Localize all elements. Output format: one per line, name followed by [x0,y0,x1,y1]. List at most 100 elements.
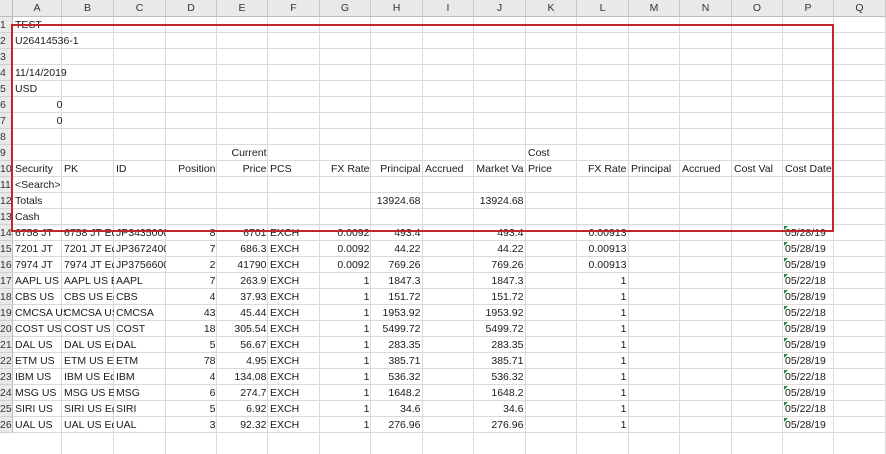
cell-l18[interactable]: 1 [577,289,629,305]
cell-j14[interactable]: 493.4 [474,225,526,241]
cell-l15[interactable]: 0.00913 [577,241,629,257]
cell-d21[interactable]: 5 [166,337,218,353]
row-header[interactable]: 4 [0,65,13,81]
cell-g18[interactable]: 1 [320,289,372,305]
cell-b10[interactable]: PK [62,161,114,177]
row-header[interactable]: 20 [0,321,13,337]
cell-l17[interactable]: 1 [577,273,629,289]
cell-g25[interactable]: 1 [320,401,372,417]
cell-a4[interactable]: 11/14/2019 [13,65,133,81]
cell-l20[interactable]: 1 [577,321,629,337]
cell-f17[interactable]: EXCH [268,273,320,289]
cell-j21[interactable]: 283.35 [474,337,526,353]
cell-f26[interactable]: EXCH [268,417,320,433]
cell-j15[interactable]: 44.22 [474,241,526,257]
cell-d16[interactable]: 2 [166,257,218,273]
cell-g15[interactable]: 0.0092 [320,241,372,257]
cell-h12[interactable]: 13924.68 [371,193,423,209]
cell-p17[interactable]: 05/22/18 [783,273,835,289]
cell-h25[interactable]: 34.6 [371,401,423,417]
cell-a17[interactable]: AAPL US [13,273,65,289]
cell-f14[interactable]: EXCH [268,225,320,241]
cell-c25[interactable]: SIRI [114,401,166,417]
cell-g20[interactable]: 1 [320,321,372,337]
cell-g16[interactable]: 0.0092 [320,257,372,273]
cell-o10[interactable]: Cost Val [732,161,784,177]
cell-b14[interactable]: 6758 JT Eq [62,225,114,241]
row-header[interactable]: 7 [0,113,13,129]
row-header[interactable]: 18 [0,289,13,305]
cell-j23[interactable]: 536.32 [474,369,526,385]
cell-f10[interactable]: PCS [268,161,320,177]
cell-c22[interactable]: ETM [114,353,166,369]
cell-g17[interactable]: 1 [320,273,372,289]
cell-j19[interactable]: 1953.92 [474,305,526,321]
cell-f24[interactable]: EXCH [268,385,320,401]
cell-a5[interactable]: USD [13,81,133,97]
cell-g19[interactable]: 1 [320,305,372,321]
column-header-e[interactable]: E [217,0,268,17]
cell-e19[interactable]: 45.44 [217,305,269,321]
cell-a10[interactable]: Security [13,161,65,177]
cell-l16[interactable]: 0.00913 [577,257,629,273]
cell-c24[interactable]: MSG [114,385,166,401]
cell-h14[interactable]: 493.4 [371,225,423,241]
column-header-l[interactable]: L [577,0,629,17]
cell-p21[interactable]: 05/28/19 [783,337,835,353]
spreadsheet-grid[interactable]: A B C D E F G H I J K L M N O P Q 1 TEST 2 U26414536-1 3 4 11/1… [0,0,886,454]
cell-h19[interactable]: 1953.92 [371,305,423,321]
select-all-corner[interactable] [0,0,13,17]
row-header[interactable]: 15 [0,241,13,257]
cell-b26[interactable]: UAL US Eq [62,417,114,433]
row-header[interactable]: 22 [0,353,13,369]
cell-b19[interactable]: CMCSA US [62,305,114,321]
cell-d24[interactable]: 6 [166,385,218,401]
cell-p10[interactable]: Cost Date [783,161,835,177]
cell-f18[interactable]: EXCH [268,289,320,305]
row-header[interactable]: 9 [0,145,13,161]
cell-g26[interactable]: 1 [320,417,372,433]
cell-d10[interactable]: Position [166,161,218,177]
cell-f25[interactable]: EXCH [268,401,320,417]
cell-d26[interactable]: 3 [166,417,218,433]
column-header-j[interactable]: J [474,0,526,17]
cell-b24[interactable]: MSG US Eq [62,385,114,401]
cell-e9[interactable]: Current [217,145,269,161]
column-header-d[interactable]: D [166,0,217,17]
cell-a20[interactable]: COST US [13,321,65,337]
cell-e17[interactable]: 263.9 [217,273,269,289]
cell-e20[interactable]: 305.54 [217,321,269,337]
cell-g22[interactable]: 1 [320,353,372,369]
row-header[interactable]: 1 [0,17,13,33]
cell-l14[interactable]: 0.00913 [577,225,629,241]
column-header-f[interactable]: F [268,0,320,17]
cell-k10[interactable]: Price [526,161,578,177]
cell-p24[interactable]: 05/28/19 [783,385,835,401]
cell-g10[interactable]: FX Rate [320,161,372,177]
cell-f15[interactable]: EXCH [268,241,320,257]
cell-p15[interactable]: 05/28/19 [783,241,835,257]
cell-e10[interactable]: Price [217,161,269,177]
cell-h20[interactable]: 5499.72 [371,321,423,337]
cell-e15[interactable]: 686.3 [217,241,269,257]
cell-j25[interactable]: 34.6 [474,401,526,417]
cell-j18[interactable]: 151.72 [474,289,526,305]
cell-a1[interactable]: TEST [13,17,133,33]
cell-e25[interactable]: 6.92 [217,401,269,417]
cell-j26[interactable]: 276.96 [474,417,526,433]
cell-g24[interactable]: 1 [320,385,372,401]
cell-a21[interactable]: DAL US [13,337,65,353]
cell-a24[interactable]: MSG US [13,385,65,401]
cell-k9[interactable]: Cost [526,145,578,161]
row-header[interactable]: 6 [0,97,13,113]
cell-a6[interactable]: 0 [13,97,65,113]
cell-b22[interactable]: ETM US Eq [62,353,114,369]
cell-h24[interactable]: 1648.2 [371,385,423,401]
cell-f21[interactable]: EXCH [268,337,320,353]
cell-n10[interactable]: Accrued [680,161,732,177]
cell-b17[interactable]: AAPL US E [62,273,114,289]
cell-h26[interactable]: 276.96 [371,417,423,433]
cell-d22[interactable]: 78 [166,353,218,369]
column-header-m[interactable]: M [629,0,680,17]
cell-d25[interactable]: 5 [166,401,218,417]
